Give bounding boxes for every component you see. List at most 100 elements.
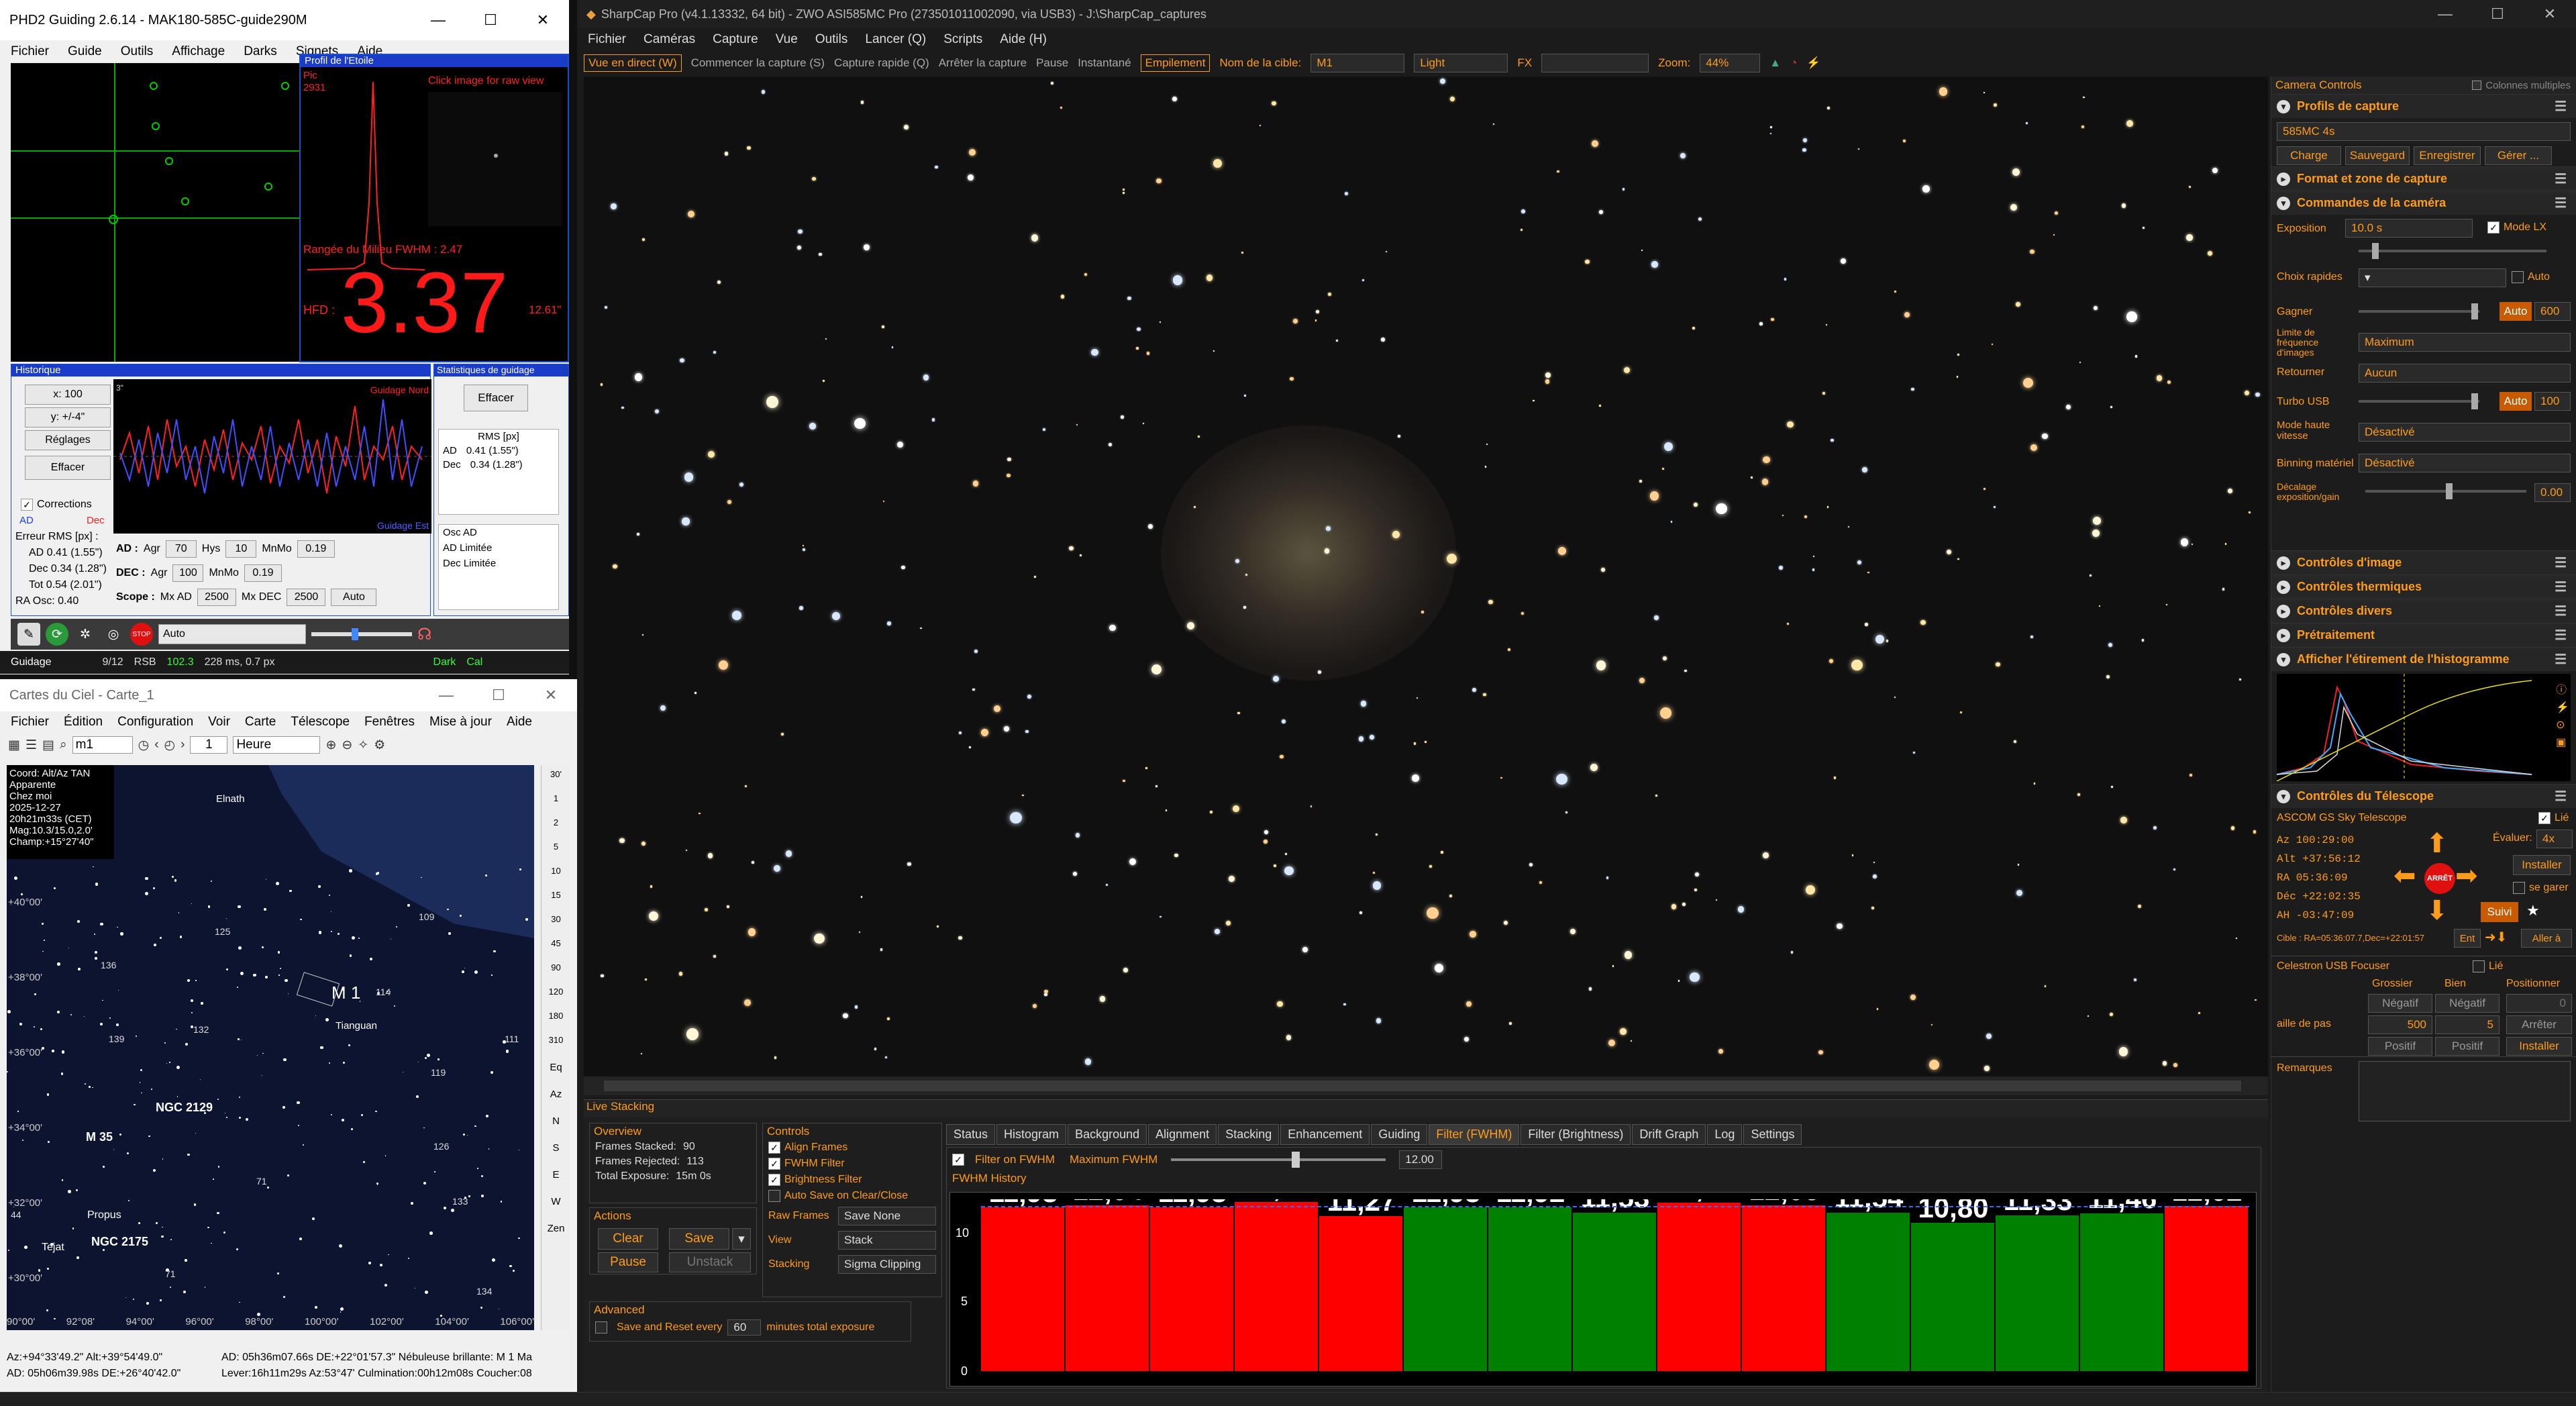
live-tab[interactable]: Log	[1707, 1124, 1743, 1145]
zoom-select[interactable]: 44%	[1700, 54, 1761, 72]
sky-chart[interactable]: Coord: Alt/Az TAN Apparente Chez moi 2025-1…	[7, 765, 534, 1330]
focuser-install-button[interactable]: Installer	[2506, 1037, 2572, 1056]
cdc-close-icon[interactable]: ✕	[525, 679, 577, 711]
focuser-stop-button[interactable]: Arrêter	[2506, 1015, 2572, 1034]
profile-select[interactable]: 585MC 4s	[2277, 122, 2571, 141]
frame-limit-select[interactable]: Maximum	[2359, 333, 2571, 352]
clock-icon[interactable]: ◷	[138, 738, 150, 753]
grid-icon[interactable]: ▤	[42, 738, 54, 753]
time-step-input[interactable]: 1	[190, 736, 228, 754]
lightning-icon[interactable]: ⚡	[1806, 56, 1820, 70]
enter-button[interactable]: Ent	[2454, 929, 2481, 948]
sc-menu-item[interactable]: Aide (H)	[1000, 32, 1047, 47]
live-tab[interactable]: Alignment	[1148, 1124, 1217, 1145]
fov-scale-item[interactable]: 90	[542, 958, 570, 983]
turbo-auto-button[interactable]: Auto	[2500, 392, 2532, 411]
object-search-input[interactable]: m1	[72, 736, 133, 754]
unstack-button[interactable]: Unstack	[669, 1252, 751, 1272]
sc-close-icon[interactable]: ✕	[2524, 0, 2576, 28]
south-arrow-icon[interactable]: ⬇	[2426, 895, 2449, 926]
frame-type-select[interactable]: Light	[1414, 54, 1508, 72]
section-misc[interactable]: ▸ Contrôles divers ☰	[2271, 599, 2576, 623]
time-unit-select[interactable]: Heure	[233, 736, 321, 754]
fx-select[interactable]	[1541, 54, 1649, 72]
history-clear-button[interactable]: Effacer	[25, 456, 111, 480]
save-stack-button[interactable]: Save	[669, 1228, 729, 1250]
binning-select[interactable]: Désactivé	[2359, 454, 2571, 472]
orientation-button[interactable]: Eq	[542, 1055, 570, 1082]
settings-icon[interactable]: ⚙	[374, 738, 385, 753]
orientation-button[interactable]: W	[542, 1189, 570, 1216]
load-profile-button[interactable]: Charge	[2277, 146, 2341, 165]
cdc-menu-item[interactable]: Aide	[507, 715, 532, 730]
target-name-input[interactable]: M1	[1310, 54, 1405, 72]
cdc-menu-item[interactable]: Configuration	[117, 715, 193, 730]
timer-icon[interactable]: ◔	[1790, 56, 1797, 70]
cdc-maximize-icon[interactable]: ☐	[472, 679, 525, 711]
slew-rate-select[interactable]: 4x	[2536, 830, 2573, 848]
west-arrow-icon[interactable]: ⬅	[2393, 860, 2416, 891]
cdc-minimize-icon[interactable]: —	[420, 679, 472, 711]
register-profile-button[interactable]: Enregistrer	[2414, 146, 2481, 165]
lx-mode-checkbox[interactable]: ✓	[2487, 221, 2500, 234]
scope-install-button[interactable]: Installer	[2513, 855, 2571, 875]
start-capture-button[interactable]: Commencer la capture (S)	[691, 56, 825, 70]
dec-agr-input[interactable]: 100	[172, 564, 204, 582]
exposure-input[interactable]: 10.0 s	[2345, 219, 2473, 238]
gain-input[interactable]: 600	[2534, 302, 2571, 321]
high-speed-select[interactable]: Désactivé	[2359, 423, 2571, 442]
cdc-menu-item[interactable]: Voir	[208, 715, 230, 730]
gamma-slider[interactable]	[311, 628, 412, 640]
live-tab[interactable]: Filter (FWHM)	[1429, 1124, 1520, 1145]
fov-scale-item[interactable]: 2	[542, 813, 570, 838]
phd2-menu-item[interactable]: Darks	[244, 44, 277, 59]
guide-camera-view[interactable]	[11, 63, 299, 362]
mx-dec-input[interactable]: 2500	[287, 589, 326, 606]
pause-stack-button[interactable]: Pause	[598, 1252, 658, 1272]
live-tab[interactable]: Status	[946, 1124, 996, 1145]
snapshot-button[interactable]: Instantané	[1078, 56, 1131, 70]
ad-agr-input[interactable]: 70	[165, 540, 197, 558]
autosave-checkbox[interactable]	[768, 1190, 780, 1202]
histo-lightning-icon[interactable]: ⚡	[2556, 701, 2569, 714]
live-tab[interactable]: Histogram	[996, 1124, 1067, 1145]
remarks-input[interactable]	[2359, 1061, 2571, 1121]
east-arrow-icon[interactable]: ➡	[2455, 860, 2478, 891]
fwhm-filter-checkbox[interactable]: ✓	[768, 1158, 780, 1170]
calendar-icon[interactable]: ▦	[8, 738, 20, 753]
section-thermal[interactable]: ▸ Contrôles thermiques ☰	[2271, 574, 2576, 599]
live-tab[interactable]: Guiding	[1371, 1124, 1428, 1145]
section-telescope[interactable]: ▾ Contrôles du Télescope ☰	[2271, 784, 2576, 808]
brain-icon[interactable]: ☊	[417, 625, 431, 644]
history-settings-button[interactable]: Réglages	[25, 430, 111, 450]
pause-button[interactable]: Pause	[1036, 56, 1068, 70]
orientation-button[interactable]: N	[542, 1109, 570, 1136]
back-icon[interactable]: ‹	[154, 738, 158, 752]
sc-menu-item[interactable]: Vue	[776, 32, 798, 47]
section-capture-profiles[interactable]: ▾ Profils de capture ☰	[2271, 94, 2576, 118]
target-icon[interactable]: ◎	[102, 623, 125, 646]
fov-scale-item[interactable]: 30	[542, 910, 570, 934]
loop-icon[interactable]: ✎	[17, 623, 40, 646]
cdc-menu-item[interactable]: Fenêtres	[364, 715, 415, 730]
fine-positive-button[interactable]: Positif	[2435, 1037, 2500, 1056]
save-dropdown-icon[interactable]: ▾	[732, 1228, 751, 1250]
sc-menu-item[interactable]: Caméras	[643, 32, 695, 47]
live-view-button[interactable]: Vue en direct (W)	[584, 54, 682, 72]
exposure-select[interactable]: Auto	[158, 624, 306, 644]
park-checkbox[interactable]	[2513, 882, 2525, 894]
guide-icon[interactable]: ⟳	[46, 623, 68, 646]
live-tab[interactable]: Enhancement	[1280, 1124, 1370, 1145]
history-icon[interactable]: ◴	[164, 738, 176, 753]
save-reset-checkbox[interactable]	[595, 1321, 607, 1334]
phd2-menu-item[interactable]: Outils	[121, 44, 154, 59]
ad-hys-input[interactable]: 10	[225, 540, 257, 558]
fov-scale-item[interactable]: 1	[542, 789, 570, 813]
star-select-icon[interactable]: ✲	[74, 623, 97, 646]
zoom-in-icon[interactable]: ⊕	[325, 738, 336, 753]
quick-picks-select[interactable]: ▾	[2359, 268, 2506, 287]
minimize-icon[interactable]: —	[412, 0, 464, 40]
star-profile-panel[interactable]: Profil de l'Etoile Pic 2931 Click image …	[299, 54, 569, 362]
mx-auto-select[interactable]: Auto	[331, 589, 377, 606]
manage-profiles-button[interactable]: Gérer ...	[2485, 146, 2552, 165]
